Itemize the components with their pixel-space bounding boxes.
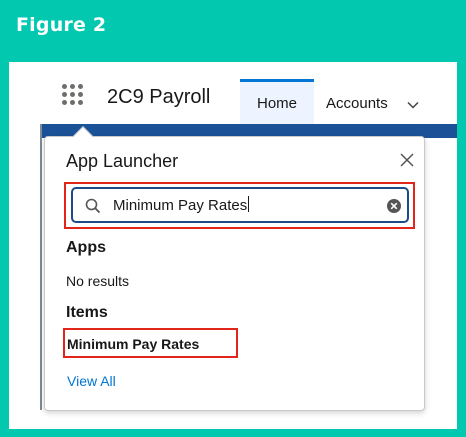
search-icon <box>85 198 101 214</box>
item-minimum-pay-rates[interactable]: Minimum Pay Rates <box>67 336 199 352</box>
page-edge <box>40 124 42 410</box>
items-heading: Items <box>66 304 108 321</box>
view-all-link[interactable]: View All <box>67 373 116 389</box>
app-launcher-popover: App Launcher Minimum Pay Rates Apps No r… <box>44 126 425 411</box>
apps-heading: Apps <box>66 239 106 256</box>
tab-accounts[interactable]: Accounts <box>314 79 434 124</box>
search-input-value[interactable]: Minimum Pay Rates <box>113 196 250 214</box>
tab-accounts-label: Accounts <box>326 95 388 112</box>
app-name: 2C9 Payroll <box>107 86 211 108</box>
clear-icon[interactable] <box>386 198 402 214</box>
figure-frame: Figure 2 2C9 Payroll Home Accounts App L… <box>0 0 466 437</box>
app-launcher-search-input[interactable]: Minimum Pay Rates <box>71 187 409 223</box>
figure-header: Figure 2 <box>0 0 466 62</box>
tab-home[interactable]: Home <box>240 79 314 124</box>
close-icon[interactable] <box>398 151 416 169</box>
app-launcher-waffle-icon[interactable] <box>62 84 84 106</box>
tab-home-label: Home <box>256 95 297 112</box>
figure-title: Figure 2 <box>16 14 107 36</box>
apps-empty-text: No results <box>66 273 130 289</box>
app-launcher-title: App Launcher <box>66 151 179 171</box>
chevron-down-icon[interactable] <box>407 99 419 111</box>
screenshot-canvas: 2C9 Payroll Home Accounts App Launcher M… <box>9 62 457 429</box>
